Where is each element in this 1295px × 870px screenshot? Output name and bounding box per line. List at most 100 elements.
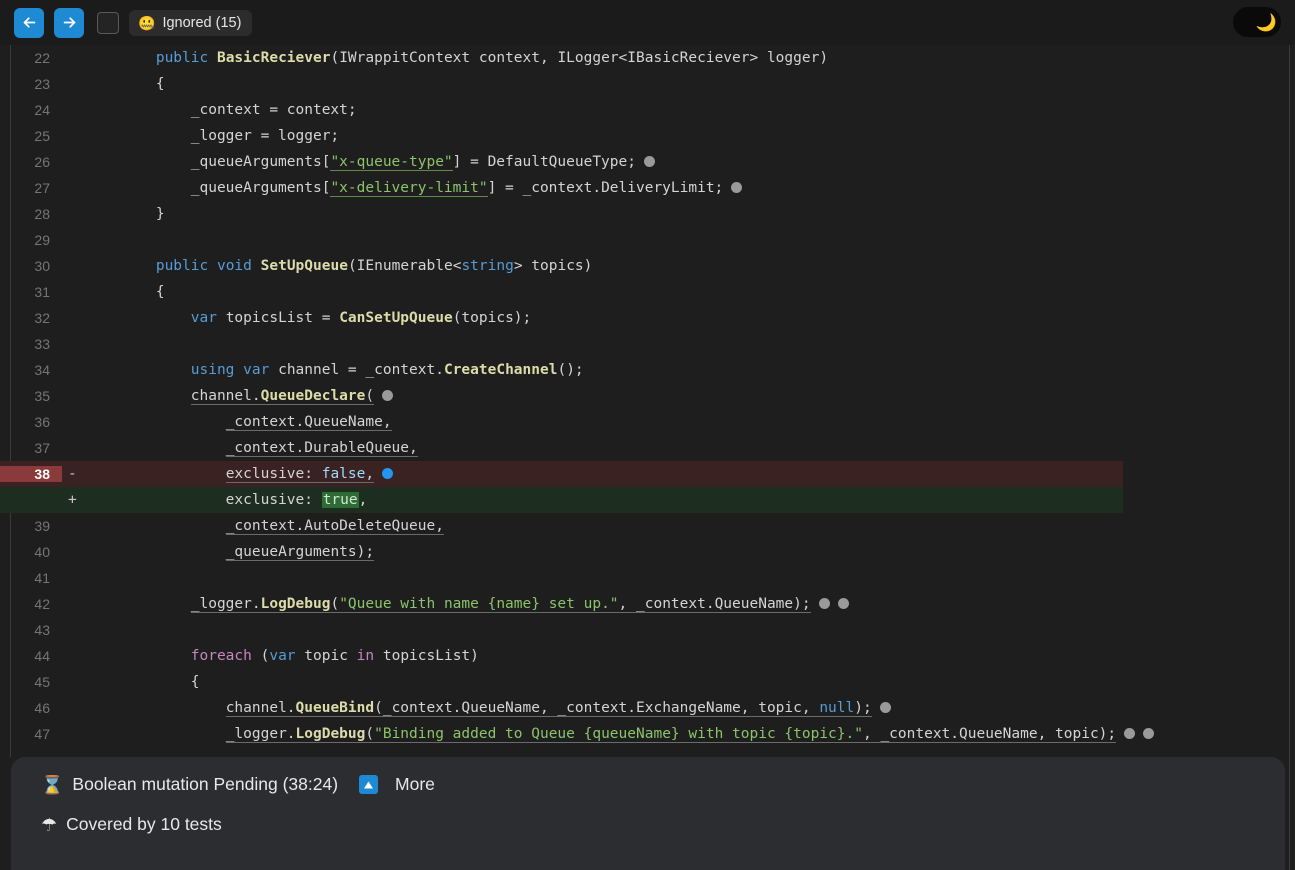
code-line-list: 22 public BasicReciever(IWrappitContext … [0,45,1295,747]
line-number: 46 [34,700,50,716]
right-edge-divider [1289,45,1290,870]
crescent-moon-icon: 🌙 [1255,12,1277,32]
code-line[interactable]: 30 public void SetUpQueue(IEnumerable<st… [0,253,1295,279]
more-button-label[interactable]: More [395,774,435,795]
line-number: 43 [34,622,50,638]
umbrella-icon: ☂ [41,814,58,835]
app-root: 🤐 Ignored (15) 🌙 22 public BasicReciever… [0,0,1295,870]
code-line[interactable]: 43 [0,617,1295,643]
line-number: 28 [34,206,50,222]
code-text: var topicsList = CanSetUpQueue(topics); [190,310,532,326]
code-line[interactable]: 40 _queueArguments); [0,539,1295,565]
code-line[interactable]: 47 _logger.LogDebug("Binding added to Qu… [0,721,1295,747]
code-text: } [86,206,165,222]
code-line[interactable]: 46 channel.QueueBind(_context.QueueName,… [0,695,1295,721]
code-line[interactable]: 27 _queueArguments["x-delivery-limit"] =… [0,175,1295,201]
code-text: _logger.LogDebug("Binding added to Queue… [86,726,1295,743]
arrow-right-icon [61,14,78,31]
line-number: 37 [34,440,50,456]
code-line[interactable]: 25 _logger = logger; [0,123,1295,149]
code-editor[interactable]: 22 public BasicReciever(IWrappitContext … [0,45,1295,757]
code-text: _context.AutoDeleteQueue, [225,518,444,535]
line-number: 41 [34,570,50,586]
code-line[interactable]: 34 using var channel = _context.CreateCh… [0,357,1295,383]
line-number: 38 [0,466,62,482]
code-line[interactable]: 41 [0,565,1295,591]
coverage-text: Covered by 10 tests [66,814,222,834]
line-number: 30 [34,258,50,274]
code-text: { [86,674,200,690]
line-number: 47 [34,726,50,742]
code-text: exclusive: true, [86,492,368,508]
mutation-marker-dot[interactable] [879,702,891,713]
mutation-detail-panel: ⌛ Boolean mutation Pending (38:24) More … [11,757,1285,870]
mutation-status-text: Boolean mutation Pending (38:24) [72,774,339,794]
back-button[interactable] [14,7,44,38]
line-number: 42 [34,596,50,612]
mutation-marker-dot[interactable] [818,598,830,609]
ignored-filter-label: Ignored (15) [162,14,242,31]
line-number: 27 [34,180,50,196]
mutation-marker-dot[interactable] [1124,728,1136,739]
code-text: _logger.LogDebug("Queue with name {name}… [86,596,1295,613]
code-line[interactable]: 39 _context.AutoDeleteQueue, [0,513,1295,539]
code-text: channel.QueueDeclare( [86,388,1295,405]
code-line[interactable]: 31 { [0,279,1295,305]
code-line[interactable]: 26 _queueArguments["x-queue-type"] = Def… [0,149,1295,175]
dark-mode-toggle[interactable]: 🌙 [1233,7,1281,37]
mutation-marker-dot-active[interactable] [382,468,394,479]
code-line[interactable]: 44 foreach (var topic in topicsList) [0,643,1295,669]
line-number: 35 [34,388,50,404]
line-number: 32 [34,310,50,326]
triangle-up-icon[interactable] [359,775,379,794]
code-text: { [86,76,165,92]
line-number: 40 [34,544,50,560]
code-line-added[interactable]: + exclusive: true, [0,487,1123,513]
code-text: { [86,284,165,300]
hourglass-icon: ⌛ [41,774,64,795]
code-text: public BasicReciever(IWrappitContext con… [155,50,829,66]
code-text: channel.QueueBind(_context.QueueName, _c… [86,700,1295,717]
code-line[interactable]: 32 var topicsList = CanSetUpQueue(topics… [0,305,1295,331]
line-number: 24 [34,102,50,118]
code-line[interactable]: 35 channel.QueueDeclare( [0,383,1295,409]
mutation-marker-dot[interactable] [731,182,743,193]
code-text: _queueArguments); [225,544,375,561]
mutation-marker-dot[interactable] [837,598,849,609]
code-text: public void SetUpQueue(IEnumerable<strin… [155,258,593,274]
mutation-marker-dot[interactable] [382,390,394,401]
line-number: 44 [34,648,50,664]
code-line[interactable]: 22 public BasicReciever(IWrappitContext … [0,45,1295,71]
code-line[interactable]: 36 _context.QueueName, [0,409,1295,435]
line-number: 25 [34,128,50,144]
code-text: foreach (var topic in topicsList) [190,648,479,664]
code-line[interactable]: 29 [0,227,1295,253]
diff-sign: - [68,466,77,482]
code-text: _queueArguments["x-queue-type"] = Defaul… [86,154,1295,171]
code-line[interactable]: 42 _logger.LogDebug("Queue with name {na… [0,591,1295,617]
code-line[interactable]: 24 _context = context; [0,97,1295,123]
code-text: _logger = logger; [86,128,340,144]
ignored-filter-chip[interactable]: 🤐 Ignored (15) [129,9,253,36]
line-number: 36 [34,414,50,430]
coverage-row: ☂ Covered by 10 tests [11,795,1285,835]
code-line[interactable]: 28 } [0,201,1295,227]
code-line[interactable]: 23 { [0,71,1295,97]
mutation-status-row: ⌛ Boolean mutation Pending (38:24) More [11,757,1285,795]
code-line[interactable]: 33 [0,331,1295,357]
line-number: 23 [34,76,50,92]
code-line[interactable]: 37 _context.DurableQueue, [0,435,1295,461]
top-toolbar: 🤐 Ignored (15) 🌙 [0,0,1295,45]
mutation-marker-dot[interactable] [643,156,655,167]
code-line[interactable]: 45 { [0,669,1295,695]
code-text: _queueArguments["x-delivery-limit"] = _c… [86,180,1295,197]
diff-sign: + [68,492,77,508]
line-number: 39 [34,518,50,534]
select-all-checkbox[interactable] [97,11,119,34]
code-line-removed[interactable]: 38- exclusive: false, [0,461,1123,487]
mutation-marker-dot[interactable] [1143,728,1155,739]
line-number: 29 [34,232,50,248]
line-number: 33 [34,336,50,352]
code-text: exclusive: false, [86,466,1123,483]
forward-button[interactable] [54,7,84,38]
